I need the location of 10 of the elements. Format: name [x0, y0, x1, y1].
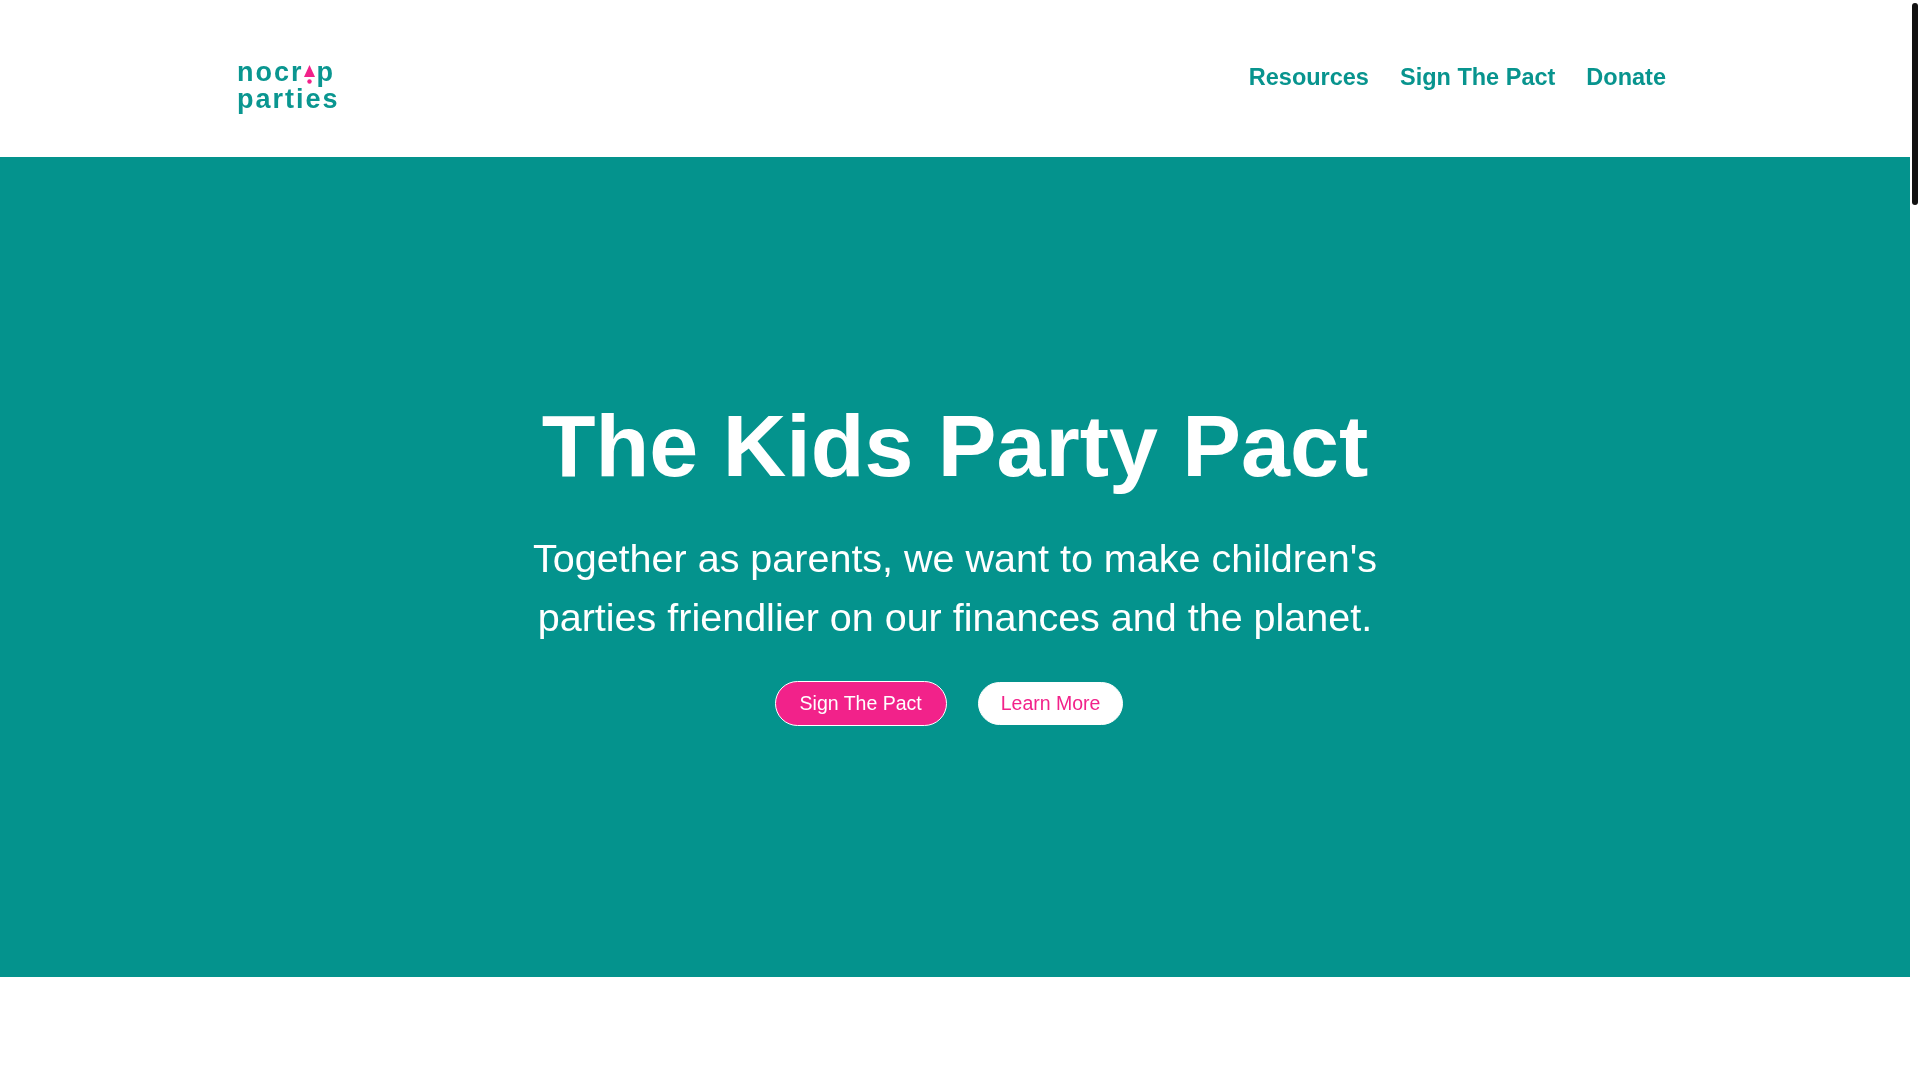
- scrollbar-thumb[interactable]: [1912, 3, 1918, 205]
- learn-more-button[interactable]: Learn More: [977, 682, 1124, 725]
- nav-link[interactable]: Sign The Pact: [1399, 63, 1556, 91]
- hero-title: The Kids Party Pact: [541, 395, 1369, 497]
- nav-link[interactable]: Donate: [1586, 63, 1666, 91]
- hero-subtitle: Together as parents, we want to make children's parties friendlier on our finances and the planet.: [531, 535, 1379, 641]
- nav-link[interactable]: Resources: [1248, 63, 1369, 91]
- logo[interactable]: nocr p parties: [237, 59, 340, 113]
- triangle-icon: [303, 65, 315, 84]
- sign-pact-button[interactable]: Sign The Pact: [774, 681, 947, 726]
